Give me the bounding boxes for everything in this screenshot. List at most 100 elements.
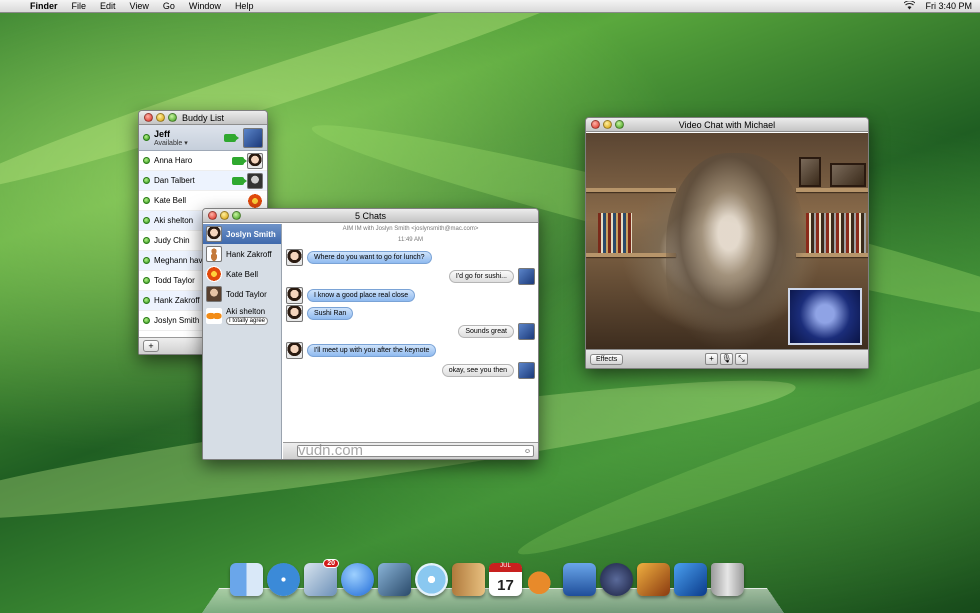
message: Where do you want to go for lunch? <box>286 249 436 266</box>
dock: 20 JUL 17 <box>230 559 744 596</box>
chat-tab[interactable]: Todd Taylor <box>203 284 281 304</box>
buddy-name: Kate Bell <box>154 196 187 205</box>
photo-booth-icon[interactable] <box>637 563 670 596</box>
contact-avatar <box>206 226 222 242</box>
zoom-button[interactable] <box>232 211 241 220</box>
effects-button[interactable]: Effects <box>590 353 624 365</box>
trash-icon[interactable] <box>711 563 744 596</box>
minimize-button[interactable] <box>220 211 229 220</box>
close-button[interactable] <box>591 120 600 129</box>
buddy-avatar <box>247 192 263 209</box>
mute-microphone-icon[interactable]: 🎙 <box>720 353 733 365</box>
menu-go[interactable]: Go <box>163 1 175 11</box>
video-camera-icon[interactable] <box>232 156 247 165</box>
my-status-row[interactable]: Jeff Available ▾ <box>139 125 267 151</box>
message: I'd go for sushi... <box>445 268 535 285</box>
close-button[interactable] <box>208 211 217 220</box>
chat-header: AIM IM with Joslyn Smith <joslynsmith@ma… <box>342 226 479 232</box>
calendar-month: JUL <box>489 563 522 572</box>
video-camera-icon[interactable] <box>232 176 247 185</box>
wifi-icon[interactable] <box>904 0 916 12</box>
message-bubble: I know a good place real close <box>307 289 416 302</box>
chat-tab-name: Aki shelton <box>226 307 266 316</box>
sender-avatar <box>286 287 303 304</box>
itunes-icon[interactable] <box>415 563 448 596</box>
buddy-name: Dan Talbert <box>154 176 195 185</box>
status-available-icon <box>143 237 150 244</box>
ichat-icon[interactable] <box>341 563 374 596</box>
minimize-button[interactable] <box>603 120 612 129</box>
message: Sounds great <box>454 323 535 340</box>
time-machine-icon[interactable] <box>600 563 633 596</box>
bookshelf <box>586 253 676 257</box>
buddy-list-title: Buddy List <box>181 113 225 123</box>
sender-avatar <box>286 342 303 359</box>
menu-help[interactable]: Help <box>235 1 254 11</box>
buddy-name: Anna Haro <box>154 156 193 165</box>
my-avatar[interactable] <box>243 127 263 148</box>
picture-frame <box>799 157 821 187</box>
mail-icon[interactable]: 20 <box>304 559 339 596</box>
video-camera-icon <box>224 133 239 142</box>
contact-avatar <box>206 286 222 302</box>
ical-icon[interactable]: JUL 17 <box>489 563 522 596</box>
sender-avatar <box>518 362 535 379</box>
close-button[interactable] <box>144 113 153 122</box>
video-title: Video Chat with Michael <box>678 120 776 130</box>
self-view-preview[interactable] <box>788 288 862 345</box>
emoticon-icon[interactable]: ☺ <box>524 448 531 455</box>
add-buddy-button[interactable]: + <box>143 340 159 352</box>
chat-transcript: AIM IM with Joslyn Smith <joslynsmith@ma… <box>283 224 538 442</box>
fullscreen-icon[interactable]: ⤡ <box>735 353 748 365</box>
message-bubble: okay, see you then <box>441 364 514 377</box>
menu-file[interactable]: File <box>72 1 87 11</box>
menu-view[interactable]: View <box>130 1 149 11</box>
apple-icon[interactable] <box>8 1 18 11</box>
sender-avatar <box>286 305 303 322</box>
sender-avatar <box>518 268 535 285</box>
chat-tab[interactable]: Aki shelton I totally agree <box>203 304 281 328</box>
status-menu[interactable]: Available ▾ <box>154 139 224 147</box>
menu-clock[interactable]: Fri 3:40 PM <box>925 1 972 11</box>
chat-tab-name: Hank Zakroff <box>226 249 272 259</box>
minimize-button[interactable] <box>156 113 165 122</box>
buddy-row[interactable]: Anna Haro <box>139 151 267 171</box>
my-name: Jeff <box>154 128 171 139</box>
address-book-icon[interactable] <box>452 563 485 596</box>
status-available-icon <box>143 197 150 204</box>
books <box>598 213 632 253</box>
video-titlebar[interactable]: Video Chat with Michael <box>586 118 868 132</box>
contact-avatar <box>206 266 222 282</box>
bookshelf <box>586 188 676 192</box>
zoom-button[interactable] <box>615 120 624 129</box>
message: okay, see you then <box>438 362 535 379</box>
preview-icon[interactable] <box>563 563 596 596</box>
menu-window[interactable]: Window <box>189 1 221 11</box>
status-available-icon <box>143 277 150 284</box>
chat-titlebar[interactable]: 5 Chats <box>203 209 538 223</box>
imovie-icon[interactable] <box>674 563 707 596</box>
status-available-icon <box>143 317 150 324</box>
menu-edit[interactable]: Edit <box>100 1 116 11</box>
buddy-row[interactable]: Dan Talbert <box>139 171 267 191</box>
menu-finder[interactable]: Finder <box>30 1 58 11</box>
garageband-icon[interactable] <box>526 563 559 596</box>
zoom-button[interactable] <box>168 113 177 122</box>
chat-tab-name: Todd Taylor <box>226 289 267 299</box>
buddy-list-titlebar[interactable]: Buddy List <box>139 111 267 125</box>
chat-tab[interactable]: Joslyn Smith <box>203 224 281 244</box>
message: I know a good place real close <box>286 287 419 304</box>
video-chat-window: Video Chat with Michael Effects + 🎙 ⤡ <box>585 117 869 369</box>
message-bubble: Sounds great <box>458 325 514 338</box>
message: Sushi Ran <box>286 305 357 322</box>
chat-tab[interactable]: Kate Bell <box>203 264 281 284</box>
safari-icon[interactable] <box>267 563 300 596</box>
menu-bar: Finder File Edit View Go Window Help Fri… <box>0 0 980 13</box>
finder-icon[interactable] <box>230 563 263 596</box>
chat-tab[interactable]: Hank Zakroff <box>203 244 281 264</box>
chat-title: 5 Chats <box>354 211 387 221</box>
video-feed <box>586 133 868 351</box>
status-available-icon <box>143 217 150 224</box>
add-participant-icon[interactable]: + <box>705 353 718 365</box>
iphoto-icon[interactable] <box>378 563 411 596</box>
